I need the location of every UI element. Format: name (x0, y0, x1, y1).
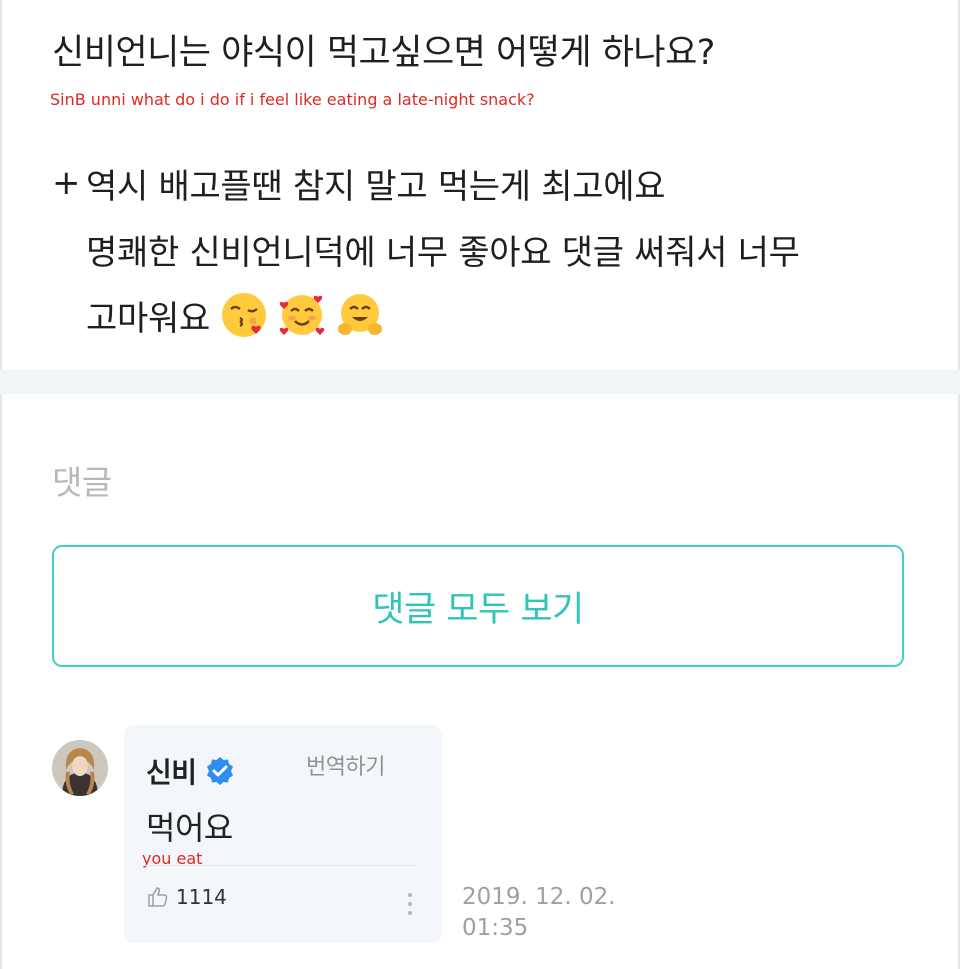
answer-line: 고마워요 (86, 298, 210, 339)
answer-line: 명쾌한 신비언니덕에 너무 좋아요 댓글 써줘서 너무 (86, 232, 800, 273)
comment-text: 먹어요 (146, 809, 233, 847)
question-translation-overlay: SinB unni what do i do if i feel like ea… (50, 90, 535, 109)
section-divider (0, 370, 960, 394)
translate-button[interactable]: 번역하기 (306, 749, 385, 781)
answer-plus-mark: + (52, 163, 81, 203)
answer-line: 역시 배고플땐 참지 말고 먹는게 최고에요 (86, 166, 666, 207)
avatar-photo (52, 740, 108, 796)
view-all-comments-button[interactable]: 댓글 모두 보기 (52, 545, 904, 667)
timestamp-time: 01:35 (462, 915, 529, 941)
hugging-face-icon (337, 294, 382, 335)
timestamp-date: 2019. 12. 02. (462, 884, 616, 910)
avatar[interactable] (52, 740, 108, 796)
comment-bubble: 신비 번역하기 먹어요 you eat 1114 (124, 725, 442, 943)
thumbs-up-icon (148, 887, 168, 907)
answer-block: + 역시 배고플땐 참지 말고 먹는게 최고에요 명쾌한 신비언니덕에 너무 좋… (52, 150, 932, 348)
comment-timestamp: 2019. 12. 02. 01:35 (462, 882, 642, 944)
comment-separator (144, 865, 416, 866)
comment-author: 신비 (146, 751, 235, 791)
like-button[interactable]: 1114 (146, 885, 227, 909)
verified-badge-icon (206, 757, 233, 785)
author-name[interactable]: 신비 (146, 751, 197, 791)
face-blowing-kiss-icon (221, 293, 266, 337)
comments-heading: 댓글 (52, 463, 112, 502)
more-options-icon[interactable] (406, 891, 414, 917)
smiling-face-with-hearts-icon (279, 295, 325, 335)
post-card: 신비언니는 야식이 먹고싶으면 어떻게 하나요? SinB unni what … (0, 0, 960, 370)
question-text: 신비언니는 야식이 먹고싶으면 어떻게 하나요? (52, 33, 715, 73)
like-count: 1114 (176, 885, 227, 909)
